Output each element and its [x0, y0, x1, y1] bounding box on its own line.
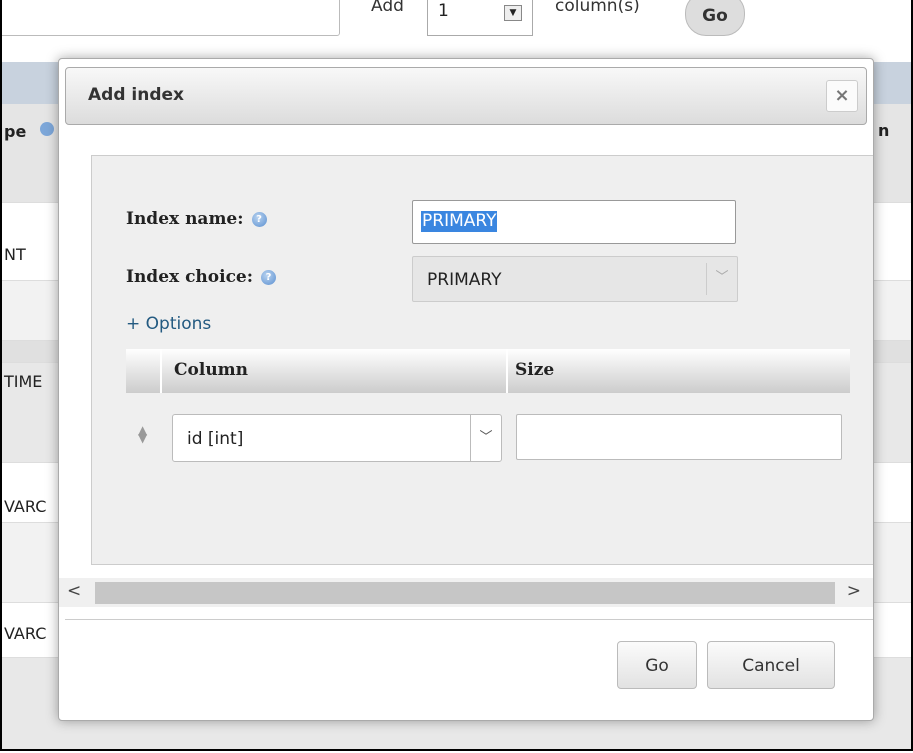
add-label: Add: [371, 0, 404, 16]
columns-table-header: Column Size: [126, 349, 850, 393]
index-choice-value: PRIMARY: [427, 270, 502, 290]
type-cell: VARC: [4, 624, 47, 643]
add-count-select[interactable]: 1 ▼: [427, 0, 533, 36]
add-columns-go-button[interactable]: Go: [685, 0, 745, 36]
size-input[interactable]: [516, 414, 842, 460]
type-cell: NT: [4, 245, 26, 264]
columns-label: column(s): [555, 0, 640, 16]
index-name-label-text: Index name:: [126, 209, 244, 229]
column-select-value: id [int]: [187, 429, 244, 449]
scroll-left-icon[interactable]: <: [67, 581, 81, 601]
help-icon[interactable]: ?: [251, 212, 267, 227]
index-choice-select[interactable]: PRIMARY ﹀: [412, 256, 738, 302]
index-name-label: Index name:?: [126, 209, 267, 229]
close-icon[interactable]: ×: [826, 80, 858, 112]
index-name-input[interactable]: PRIMARY: [412, 200, 736, 244]
footer-divider: [65, 619, 873, 620]
header-divider: [160, 349, 162, 393]
type-cell: VARC: [4, 497, 47, 516]
help-icon[interactable]: ?: [261, 270, 277, 285]
drag-handle-icon[interactable]: ▲ ▼: [138, 424, 147, 444]
add-column-bar: Add 1 ▼ column(s) Go: [2, 0, 911, 62]
background-input[interactable]: [2, 0, 340, 36]
add-index-dialog: Add index × Index name:? PRIMARY Index c…: [58, 58, 874, 721]
add-count-value: 1: [438, 1, 449, 21]
index-name-value: PRIMARY: [421, 211, 498, 232]
index-choice-label: Index choice:?: [126, 267, 277, 287]
options-link[interactable]: + Options: [126, 314, 211, 334]
dialog-title: Add index: [88, 85, 185, 105]
header-divider: [506, 349, 508, 393]
dropdown-arrow-icon: ▼: [504, 5, 522, 21]
go-button[interactable]: Go: [617, 641, 697, 689]
index-choice-label-text: Index choice:: [126, 267, 254, 287]
scrollbar-thumb[interactable]: [95, 582, 835, 604]
type-header: pe: [4, 122, 27, 141]
help-icon[interactable]: [40, 122, 54, 136]
dialog-content: Index name:? PRIMARY Index choice:? PRIM…: [91, 155, 873, 565]
column-header: Column: [174, 360, 249, 380]
column-select[interactable]: id [int] ﹀: [172, 414, 502, 462]
horizontal-scrollbar[interactable]: < >: [59, 578, 873, 607]
chevron-down-icon: ﹀: [706, 263, 737, 295]
dialog-titlebar[interactable]: Add index ×: [65, 67, 867, 125]
size-header: Size: [515, 360, 555, 380]
app-frame: Add 1 ▼ column(s) Go pe n NT TIME VARC V…: [0, 0, 913, 751]
chevron-down-icon: ﹀: [470, 415, 501, 461]
cancel-button[interactable]: Cancel: [707, 641, 835, 689]
scroll-right-icon[interactable]: >: [847, 581, 861, 601]
type-cell: TIME: [4, 372, 43, 391]
action-header: n: [878, 121, 890, 140]
